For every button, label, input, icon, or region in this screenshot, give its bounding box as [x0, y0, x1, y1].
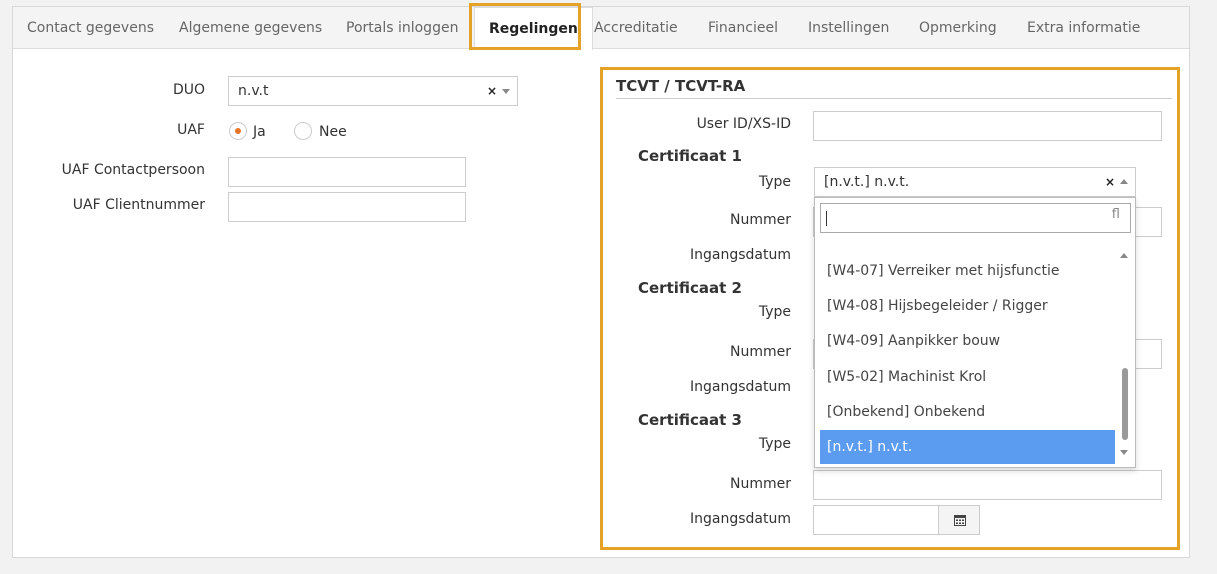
duo-select[interactable]: n.v.t × [228, 76, 518, 106]
tab-bar: Contact gegevens Algemene gegevens Porta… [13, 7, 1189, 50]
scroll-down-icon[interactable] [1120, 450, 1128, 455]
tab-opmerking[interactable]: Opmerking [919, 7, 997, 49]
dropdown-option[interactable]: [W4-08] Hijsbegeleider / Rigger [820, 289, 1115, 323]
dropdown-scrollbar[interactable] [1120, 250, 1129, 464]
tcvt-title: TCVT / TCVT-RA [616, 77, 746, 95]
dropdown-option[interactable]: [W5-02] Machinist Krol [820, 360, 1115, 394]
uaf-radio-nee-label: Nee [319, 124, 347, 140]
tab-financieel[interactable]: Financieel [708, 7, 778, 49]
certificaat-3-ingangsdatum-input[interactable] [813, 505, 939, 535]
userid-label: User ID/XS-ID [696, 116, 791, 132]
text-cursor [826, 211, 827, 226]
tcvt-title-divider [616, 98, 1172, 99]
dropdown-option[interactable]: [Onbekend] Onbekend [820, 395, 1115, 429]
uaf-clientnummer-label: UAF Clientnummer [72, 197, 205, 213]
tab-extra-informatie[interactable]: Extra informatie [1027, 7, 1140, 49]
uaf-radio-nee[interactable] [294, 122, 312, 140]
certificaat-3-ingangsdatum-label: Ingangsdatum [690, 511, 791, 527]
uaf-label: UAF [177, 122, 205, 138]
uaf-contactpersoon-input[interactable] [228, 157, 466, 187]
chevron-down-icon [502, 89, 510, 94]
certificaat-3-type-label: Type [758, 436, 791, 452]
certificaat-1-type-select[interactable]: [n.v.t.] n.v.t. × [814, 167, 1136, 197]
calendar-icon [954, 515, 966, 526]
dropdown-option-selected[interactable]: [n.v.t.] n.v.t. [820, 430, 1115, 464]
search-icon: fl [1111, 207, 1120, 222]
type-dropdown: fl [W4-07] Verreiker met hijsfunctie [W4… [814, 197, 1136, 468]
certificaat-3-nummer-label: Nummer [730, 476, 791, 492]
certificaat-1-type-label: Type [758, 174, 791, 190]
userid-input[interactable] [813, 111, 1162, 141]
duo-value: n.v.t [238, 83, 269, 99]
chevron-up-icon [1120, 179, 1128, 184]
dropdown-option[interactable]: [W4-09] Aanpikker bouw [820, 324, 1115, 358]
certificaat-2-type-label: Type [758, 304, 791, 320]
duo-label: DUO [172, 82, 205, 98]
certificaat-2-ingangsdatum-label: Ingangsdatum [690, 379, 791, 395]
clear-icon[interactable]: × [1105, 168, 1115, 196]
dropdown-option[interactable]: [W4-07] Verreiker met hijsfunctie [820, 254, 1115, 288]
certificaat-1-nummer-label: Nummer [730, 212, 791, 228]
tab-regelingen[interactable]: Regelingen [474, 7, 593, 50]
calendar-button[interactable] [938, 505, 980, 535]
certificaat-2-nummer-label: Nummer [730, 344, 791, 360]
tab-algemene-gegevens[interactable]: Algemene gegevens [179, 7, 322, 49]
certificaat-2-heading: Certificaat 2 [638, 279, 742, 297]
tab-instellingen[interactable]: Instellingen [808, 7, 889, 49]
certificaat-3-heading: Certificaat 3 [638, 411, 742, 429]
tab-portals-inloggen[interactable]: Portals inloggen [346, 7, 458, 49]
dropdown-search-input[interactable]: fl [820, 203, 1131, 233]
tab-accreditatie[interactable]: Accreditatie [594, 7, 678, 49]
scroll-up-icon[interactable] [1120, 253, 1128, 258]
certificaat-1-heading: Certificaat 1 [638, 147, 742, 165]
certificaat-1-type-value: [n.v.t.] n.v.t. [824, 174, 910, 190]
certificaat-1-ingangsdatum-label: Ingangsdatum [690, 247, 791, 263]
certificaat-3-nummer-input[interactable] [813, 470, 1162, 500]
uaf-clientnummer-input[interactable] [228, 192, 466, 222]
radio-selected-dot [235, 128, 241, 134]
scrollbar-thumb[interactable] [1122, 368, 1128, 440]
clear-icon[interactable]: × [487, 77, 497, 105]
uaf-radio-ja-label: Ja [253, 124, 266, 140]
tab-contact-gegevens[interactable]: Contact gegevens [27, 7, 154, 49]
uaf-contactpersoon-label: UAF Contactpersoon [61, 162, 205, 178]
uaf-radio-ja[interactable] [229, 122, 247, 140]
